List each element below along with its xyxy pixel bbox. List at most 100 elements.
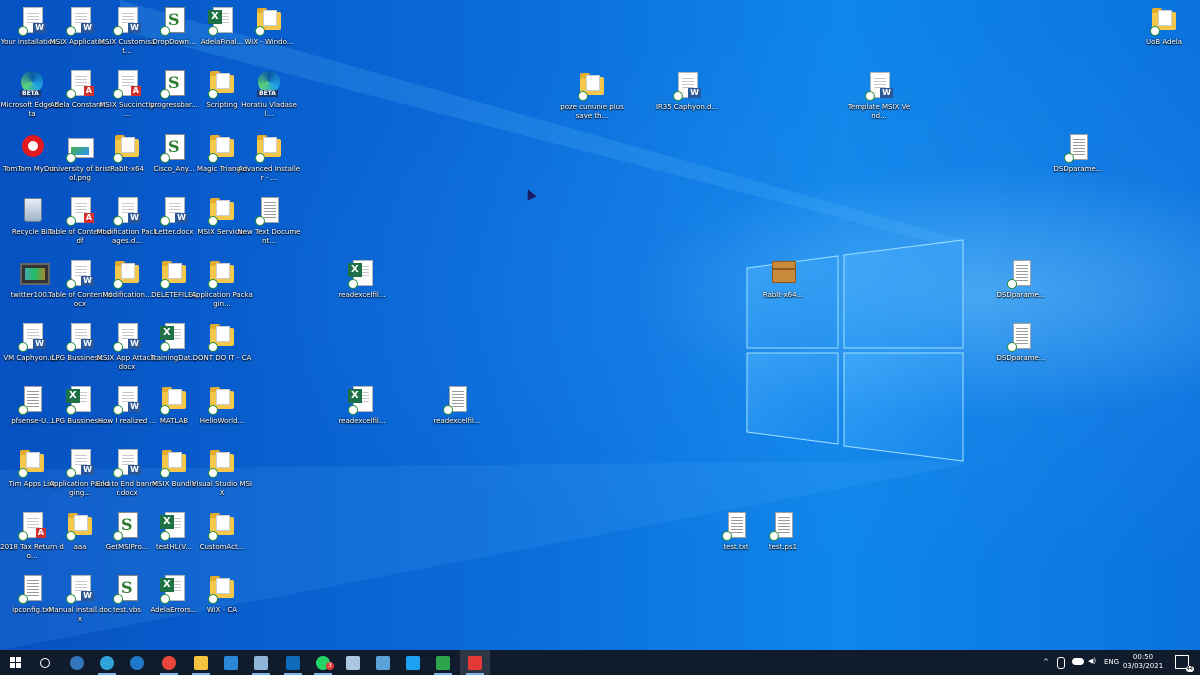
onedrive-icon[interactable] xyxy=(1072,658,1084,665)
desktop-icon[interactable]: DSDparame... xyxy=(989,319,1053,379)
tomtom-icon xyxy=(18,133,46,163)
text-file-icon xyxy=(769,511,797,541)
text-file-icon xyxy=(443,385,471,415)
script-file-icon xyxy=(113,574,141,604)
taskbar-file-explorer[interactable] xyxy=(186,650,216,675)
pdf-document-icon: A xyxy=(18,511,46,541)
folder-icon xyxy=(578,71,606,101)
desktop-icon[interactable]: WiX - Windo... xyxy=(237,3,301,63)
edge-beta-icon xyxy=(100,655,114,670)
tray-overflow-chevron-icon[interactable]: ^ xyxy=(1043,658,1049,666)
taskbar-twitter[interactable] xyxy=(398,650,428,675)
excel-file-icon: X xyxy=(160,574,188,604)
store-icon xyxy=(224,655,238,670)
text-file-icon xyxy=(18,574,46,604)
taskbar-camtasia-red[interactable] xyxy=(460,650,490,675)
clock-date: 03/03/2021 xyxy=(1122,662,1164,670)
folder-icon xyxy=(160,385,188,415)
desktop-icon-label: readexcelfil... xyxy=(338,291,386,299)
taskbar-start-button[interactable] xyxy=(0,650,30,675)
video-file-icon xyxy=(18,259,50,289)
folder-icon xyxy=(208,69,236,99)
volume-icon[interactable]: ◀) xyxy=(1088,657,1096,665)
desktop-icon[interactable]: New Text Document... xyxy=(237,193,301,253)
desktop-icon-label: WiX - Windo... xyxy=(244,38,294,46)
edge-browser-icon: BETA xyxy=(255,69,283,99)
folder-icon xyxy=(208,259,236,289)
desktop-icon-label: RabIt-x64... xyxy=(762,291,804,299)
desktop-icon[interactable]: CustomAct... xyxy=(190,508,254,568)
script-file-icon xyxy=(160,6,188,36)
text-file-icon xyxy=(255,196,283,226)
taskbar-camtasia-green[interactable] xyxy=(428,650,458,675)
desktop-icon[interactable]: Xreadexcelfil... xyxy=(330,256,394,316)
desktop-icon[interactable]: UoB Adela xyxy=(1132,3,1196,63)
excel-file-icon: X xyxy=(160,511,188,541)
taskbar-store[interactable] xyxy=(216,650,246,675)
word-document-icon: W xyxy=(66,574,94,604)
desktop-icon-label: Visual Studio MSIX xyxy=(191,480,253,497)
folder-icon xyxy=(208,448,236,478)
desktop-icon-label: Application Packagin... xyxy=(191,291,253,308)
desktop-icon[interactable]: Advanced Installer - ... xyxy=(237,130,301,190)
script-file-icon xyxy=(160,133,188,163)
desktop-icon[interactable]: DSDparame... xyxy=(989,256,1053,316)
desktop-icon[interactable]: DONT DO IT - CA xyxy=(190,319,254,379)
script-file-icon xyxy=(160,69,188,99)
desktop-icon[interactable]: Application Packagin... xyxy=(190,256,254,316)
word-document-icon: W xyxy=(113,385,141,415)
c-green-icon xyxy=(436,655,450,670)
pdf-document-icon: A xyxy=(66,196,94,226)
taskbar-outlook[interactable] xyxy=(278,650,308,675)
desktop-icon[interactable]: HelloWorld... xyxy=(190,382,254,442)
edge-browser-icon: BETA xyxy=(18,69,46,99)
taskbar-remote-desktop[interactable] xyxy=(246,650,276,675)
taskbar-search-button[interactable] xyxy=(30,650,60,675)
notification-count-badge: 44 xyxy=(1185,666,1194,672)
desktop-icon[interactable]: BETA Horatiu Vladasel... xyxy=(237,66,301,126)
folder-icon xyxy=(208,322,236,352)
taskbar-edge-beta[interactable] xyxy=(92,650,122,675)
word-document-icon: W xyxy=(18,6,46,36)
desktop-icon[interactable]: Visual Studio MSIX xyxy=(190,445,254,505)
desktop-icon[interactable]: test.ps1 xyxy=(751,508,815,568)
taskbar-whatsapp[interactable]: 3 xyxy=(308,650,338,675)
folder-icon xyxy=(1150,6,1178,36)
desktop-icon[interactable]: W IR35 Caphyon.d... xyxy=(655,68,719,128)
folder-icon xyxy=(113,133,141,163)
recycle-bin-icon xyxy=(18,196,46,226)
folder-icon xyxy=(208,196,236,226)
taskbar-chrome[interactable] xyxy=(154,650,184,675)
folder-icon xyxy=(66,511,94,541)
whatsapp-unread-badge: 3 xyxy=(326,662,334,670)
image-file-icon xyxy=(66,133,94,163)
desktop-icon-label: WiX - CA xyxy=(206,606,238,614)
tray-clock[interactable]: 00:50 03/03/2021 xyxy=(1118,653,1168,671)
edge-icon xyxy=(70,655,84,670)
desktop-icon[interactable]: poze cununie plus save th... xyxy=(560,68,624,128)
excel-file-icon: X xyxy=(160,322,188,352)
microphone-icon[interactable] xyxy=(1057,657,1065,669)
desktop-icon[interactable]: readexcelfil... xyxy=(425,382,489,442)
notification-center-icon[interactable]: 44 xyxy=(1175,655,1194,672)
excel-file-icon: X xyxy=(348,385,376,415)
desktop-icon[interactable]: WiX - CA xyxy=(190,571,254,631)
taskbar-edge-dev[interactable] xyxy=(122,650,152,675)
desktop-icon[interactable]: DSDparame... xyxy=(1046,130,1110,190)
desktop-icon[interactable]: RabIt-x64... xyxy=(751,256,815,316)
taskbar-rdp-app[interactable] xyxy=(368,650,398,675)
text-file-icon xyxy=(1064,133,1092,163)
desktop-icon-label: readexcelfil... xyxy=(338,417,386,425)
text-file-icon xyxy=(1007,322,1035,352)
taskbar-edge-legacy[interactable] xyxy=(62,650,92,675)
desktop-icon-label: DSDparame... xyxy=(996,291,1046,299)
desktop-icon[interactable]: W Template MSIX Vend... xyxy=(847,68,911,128)
desktop[interactable]: W Your installation... W MSIX Applicatio...… xyxy=(0,0,1200,650)
tray-language[interactable]: ENG xyxy=(1104,658,1119,666)
word-document-icon: W xyxy=(113,448,141,478)
desktop-icon-label: DSDparame... xyxy=(1053,165,1103,173)
desktop-icon[interactable]: Xreadexcelfil... xyxy=(330,382,394,442)
pen-icon xyxy=(346,655,360,670)
folder-icon xyxy=(208,511,236,541)
taskbar-editor[interactable] xyxy=(338,650,368,675)
